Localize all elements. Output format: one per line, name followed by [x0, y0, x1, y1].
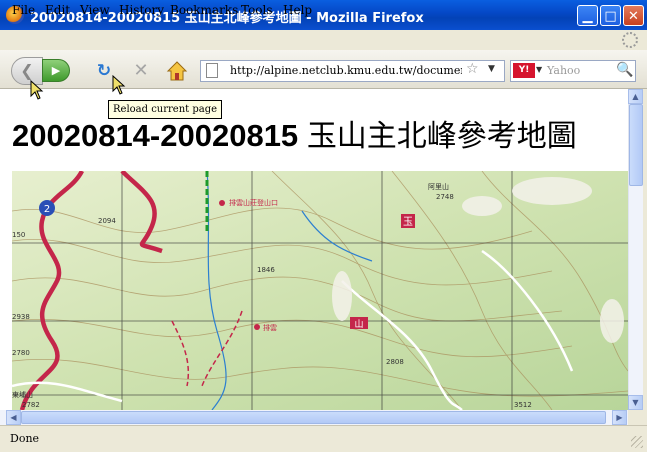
url-text[interactable]: http://alpine.netclub.kmu.edu.tw/documen…: [230, 64, 462, 77]
search-engine-dropdown-icon[interactable]: ▼: [536, 65, 542, 74]
url-dropdown-icon[interactable]: ▼: [488, 64, 495, 74]
forward-button[interactable]: ▶: [42, 59, 70, 82]
bookmark-star-icon[interactable]: ☆: [466, 61, 479, 77]
heading-title: 玉山主北峰參考地圖: [306, 119, 577, 154]
menu-help[interactable]: Help: [283, 3, 312, 17]
arrow-down-icon: ▼: [632, 398, 639, 407]
close-icon: ✕: [628, 9, 639, 24]
map-label-left-3: 2780: [12, 349, 30, 357]
arrow-right-icon: ▶: [616, 413, 623, 422]
status-text: Done: [10, 432, 40, 445]
menu-bar: [0, 30, 647, 50]
map-label-left-2: 2938: [12, 313, 30, 321]
map-label-peak-6: 3512: [514, 401, 532, 409]
search-icon[interactable]: 🔍: [616, 62, 633, 78]
close-button[interactable]: ✕: [623, 5, 644, 26]
stop-button[interactable]: ✕: [131, 61, 151, 81]
status-bar: [0, 425, 647, 452]
page-heading: 20020814-20020815 玉山主北峰參考地圖: [12, 111, 577, 155]
reload-tooltip: Reload current page: [108, 100, 223, 119]
map-label-peak-3: 排雲: [263, 323, 277, 332]
vertical-scroll-thumb[interactable]: [629, 104, 643, 186]
menu-history[interactable]: History: [119, 3, 164, 17]
home-icon: [166, 61, 188, 81]
map-label-peak-1: 排雲山莊登山口: [229, 198, 278, 207]
menu-bookmarks[interactable]: Bookmarks: [170, 3, 238, 17]
map-label-2094: 2094: [98, 217, 116, 225]
stop-icon: ✕: [133, 60, 149, 81]
map-label-bottom-left-name: 東埔山: [12, 390, 33, 399]
home-button[interactable]: [166, 60, 188, 82]
scroll-left-button[interactable]: ◀: [6, 410, 21, 425]
menu-edit[interactable]: Edit: [45, 3, 70, 17]
scroll-right-button[interactable]: ▶: [612, 410, 627, 425]
map-label-top-right: 阿里山: [428, 182, 449, 191]
map-label-peak-2: 1846: [257, 266, 275, 274]
heading-date: 20020814-20020815: [12, 118, 299, 153]
maximize-icon: □: [604, 9, 617, 24]
horizontal-scroll-thumb[interactable]: [21, 411, 606, 424]
menu-tools[interactable]: Tools: [241, 3, 273, 17]
scroll-up-button[interactable]: ▲: [628, 89, 643, 104]
map-label-peak-5: 2748: [436, 193, 454, 201]
menu-file[interactable]: File: [12, 3, 35, 17]
map-station-marker-label: 山: [354, 319, 363, 330]
arrow-up-icon: ▲: [632, 92, 639, 101]
pointer-cursor-icon: [112, 75, 126, 95]
yahoo-engine-icon[interactable]: Y!: [513, 63, 535, 78]
map-square-marker-label: 玉: [403, 217, 413, 228]
map-label-left: 150: [12, 231, 25, 239]
road-marker-label: 2: [44, 204, 50, 215]
map-label-peak-4: 2808: [386, 358, 404, 366]
minimize-icon: ▁: [582, 9, 593, 24]
map-label-bottom-left: 2782: [22, 401, 40, 409]
mouse-cursor-icon: [30, 80, 44, 100]
reload-button[interactable]: ↻: [94, 61, 114, 81]
minimize-button[interactable]: ▁: [577, 5, 598, 26]
topographic-map-image: 玉 山 2 2094 150 2938 2780 東埔山 2782 排雲山莊登山…: [12, 171, 628, 410]
arrow-left-icon: ◀: [10, 413, 17, 422]
page-icon: [206, 63, 218, 78]
resize-grip-icon[interactable]: [631, 436, 643, 448]
maximize-button[interactable]: □: [600, 5, 621, 26]
reload-icon: ↻: [96, 61, 112, 81]
search-input[interactable]: Yahoo: [547, 64, 580, 77]
menu-view[interactable]: View: [80, 3, 110, 17]
activity-throbber-icon: [622, 32, 638, 48]
forward-arrow-icon: ▶: [51, 64, 61, 77]
scroll-down-button[interactable]: ▼: [628, 395, 643, 410]
back-arrow-icon: ❮: [20, 61, 34, 80]
